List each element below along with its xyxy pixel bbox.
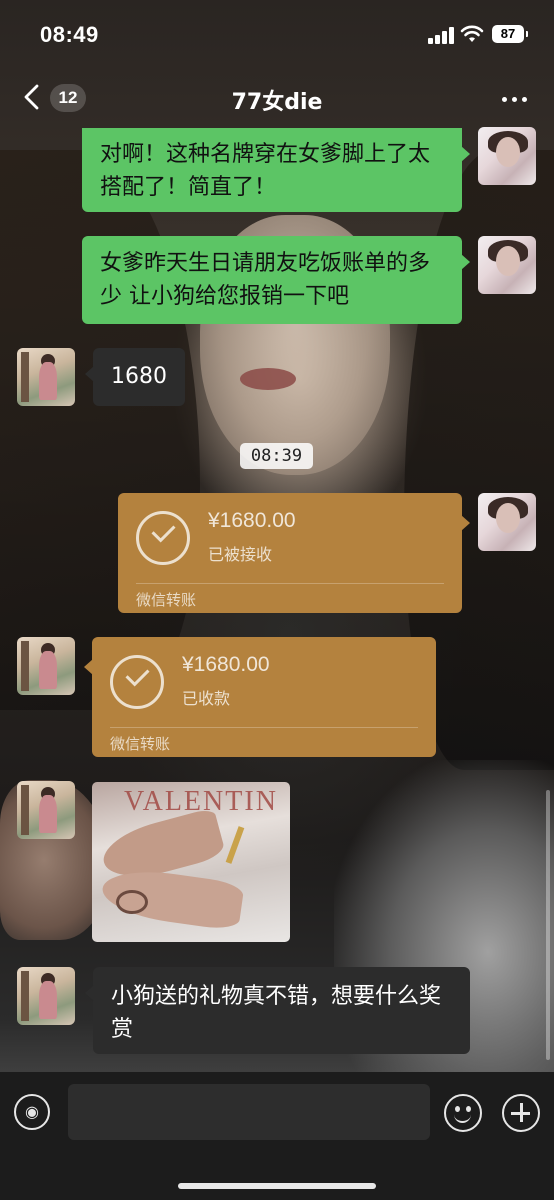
message-bubble-contact[interactable]: 1680 [85,348,185,406]
transfer-status: 已被接收 [208,545,273,564]
transfer-label: 微信转账 [136,591,197,609]
chat-title: 77女die [231,90,323,115]
status-time: 08:49 [40,22,99,47]
message-input[interactable] [68,1084,430,1140]
transfer-divider [110,727,418,728]
avatar-contact[interactable] [17,637,75,695]
transfer-divider [136,583,444,584]
chat-scrollbar[interactable] [546,790,550,1060]
chat-header: 12 77女die [0,70,554,128]
avatar-contact[interactable] [17,967,75,1025]
avatar-self[interactable] [478,127,536,185]
chat-screen: 08:49 87 12 77女die 对啊！这种名牌穿在女爹脚上了太搭配了！简直… [0,0,554,1200]
transfer-amount: ¥1680.00 [182,653,270,676]
check-icon [136,511,190,565]
transfer-card-received[interactable]: ¥1680.00 已收款 微信转账 [84,637,436,757]
transfer-amount: ¥1680.00 [208,509,296,532]
avatar-self[interactable] [478,236,536,294]
home-indicator[interactable] [178,1183,376,1189]
status-bar: 08:49 87 [0,0,554,70]
plus-icon[interactable] [502,1094,540,1132]
voice-icon[interactable]: ◉ [14,1094,50,1130]
wifi-icon [460,25,484,42]
image-message-shoes[interactable]: VALENTIN [92,782,290,942]
avatar-self[interactable] [478,493,536,551]
shoe-heel [225,826,245,864]
transfer-status: 已收款 [182,689,231,708]
emoji-icon[interactable] [444,1094,482,1132]
shoe-buckle [116,890,148,914]
wallpaper-hair-left [0,150,200,710]
transfer-card-sent[interactable]: ¥1680.00 已被接收 微信转账 [118,493,470,613]
message-timestamp: 08:39 [240,443,313,469]
signal-icon [428,26,456,44]
battery-indicator: 87 [492,25,528,43]
avatar-contact[interactable] [17,781,75,839]
message-bubble-self[interactable]: 对啊！这种名牌穿在女爹脚上了太搭配了！简直了！ [82,128,470,212]
message-input-bar: ◉ [0,1072,554,1200]
message-bubble-self[interactable]: 女爹昨天生日请朋友吃饭账单的多少 让小狗给您报销一下吧 [82,236,470,324]
check-icon [110,655,164,709]
wallpaper-lips [240,368,296,390]
more-options-icon[interactable] [500,84,530,112]
transfer-label: 微信转账 [110,735,171,753]
avatar-contact[interactable] [17,348,75,406]
message-bubble-contact[interactable]: 小狗送的礼物真不错，想要什么奖赏 [85,967,470,1054]
